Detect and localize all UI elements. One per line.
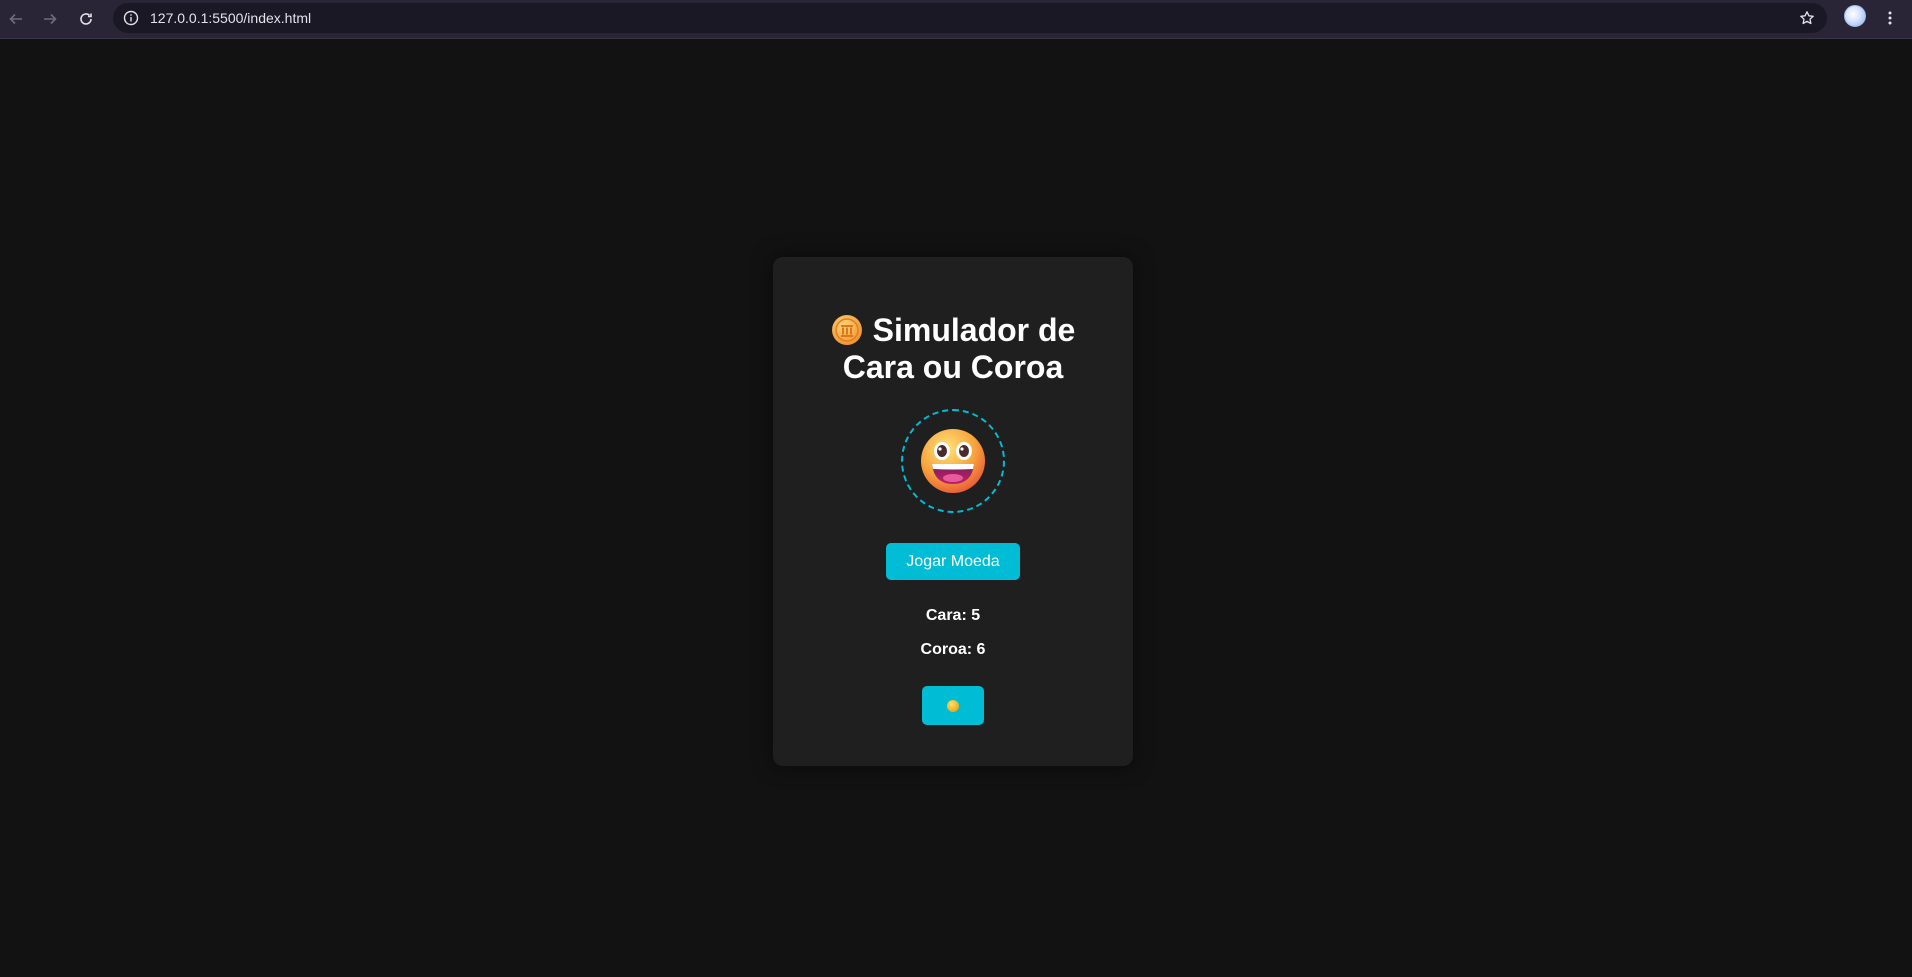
coin-display xyxy=(901,409,1005,513)
tails-label: Coroa xyxy=(920,641,967,658)
reload-icon xyxy=(80,13,92,25)
address-bar[interactable]: 127.0.0.1:5500/index.html xyxy=(113,3,1827,33)
heads-label: Cara xyxy=(925,607,962,624)
tails-count: Coroa: 6 xyxy=(920,641,986,658)
info-icon xyxy=(123,10,139,26)
page-title: Simulador de Cara ou Coroa xyxy=(773,312,1133,386)
more-vertical-icon xyxy=(1888,11,1892,25)
profile-avatar[interactable] xyxy=(1844,5,1866,27)
simulator-card: Simulador de Cara ou Coroa Jogar Moeda C… xyxy=(773,257,1133,766)
coin-icon xyxy=(831,315,862,345)
sun-icon xyxy=(947,699,959,712)
title-text-2: Cara ou Coroa xyxy=(842,349,1064,385)
flip-coin-button[interactable]: Jogar Moeda xyxy=(886,543,1020,580)
star-icon xyxy=(1800,11,1814,25)
browser-menu-button[interactable] xyxy=(1878,4,1902,32)
arrow-left-icon xyxy=(9,13,22,25)
reload-button[interactable] xyxy=(71,4,101,34)
theme-toggle-button[interactable] xyxy=(922,686,984,725)
tails-value: 6 xyxy=(976,641,986,658)
bookmark-button[interactable] xyxy=(1797,8,1817,28)
title-line-1: Simulador de xyxy=(773,312,1133,349)
forward-button[interactable] xyxy=(35,4,65,34)
heads-value: 5 xyxy=(971,607,981,624)
grinning-face-icon xyxy=(921,429,985,493)
back-button[interactable] xyxy=(1,4,31,34)
url-text[interactable]: 127.0.0.1:5500/index.html xyxy=(150,10,311,26)
title-text-1: Simulador de xyxy=(872,312,1076,348)
browser-toolbar: 127.0.0.1:5500/index.html xyxy=(0,0,1912,39)
heads-count: Cara: 5 xyxy=(925,607,981,624)
site-info-button[interactable] xyxy=(121,8,141,28)
arrow-right-icon xyxy=(44,13,57,25)
